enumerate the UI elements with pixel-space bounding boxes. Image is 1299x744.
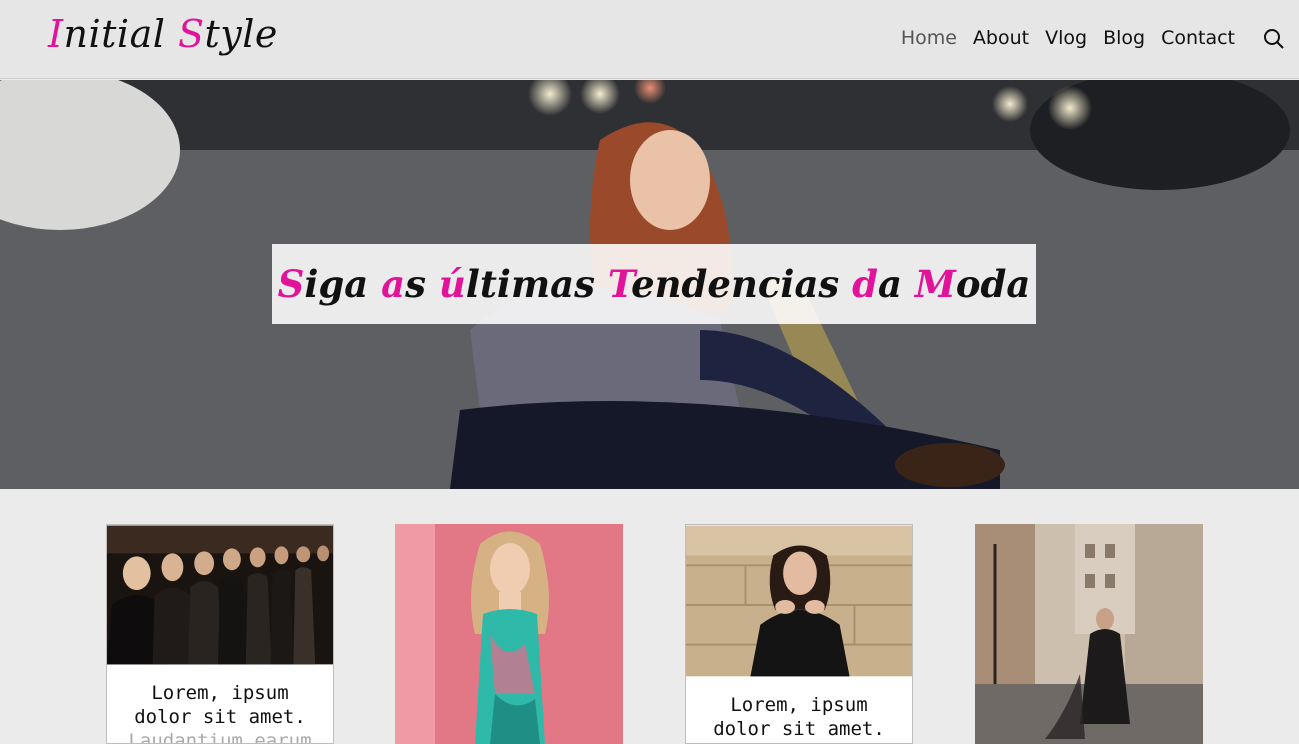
card-image-wall [686,525,912,677]
hero-title-accent: d [852,262,879,306]
hero-title-accent: ú [438,262,466,306]
card-text-line: dolor sit amet. [713,718,885,740]
site-logo[interactable]: Initial Style [48,12,278,56]
hero-title-accent: T [607,262,632,306]
main-nav: Home About Vlog Blog Contact [893,27,1243,49]
card-text-line: Lorem, ipsum [730,694,868,716]
card-text-line: Laudantium earum [128,730,312,744]
logo-initial-i: I [48,12,64,56]
card-grid: Lorem, ipsum dolor sit amet. Laudantium … [0,524,1299,744]
hero-title: Siga as últimas Tendencias da Moda [278,262,1031,306]
nav-blog[interactable]: Blog [1095,27,1153,49]
card-text: Lorem, ipsum dolor sit amet. [686,681,912,741]
article-card[interactable] [395,524,623,744]
article-card[interactable]: Lorem, ipsum dolor sit amet. [685,524,913,744]
nav-vlog[interactable]: Vlog [1037,27,1095,49]
hero-title-text: ltimas [465,262,608,306]
article-card[interactable] [975,524,1203,744]
article-card[interactable]: Lorem, ipsum dolor sit amet. Laudantium … [106,524,334,744]
hero-title-text: s [405,262,439,306]
nav-home[interactable]: Home [893,27,965,49]
logo-initial-s: S [177,12,205,56]
nav-contact[interactable]: Contact [1153,27,1243,49]
card-text-line: Lorem, ipsum [151,682,289,704]
hero-title-text: iga [304,262,382,306]
hero-banner: Siga as últimas Tendencias da Moda [0,80,1299,489]
hero-title-text: oda [955,262,1031,306]
card-text: Lorem, ipsum dolor sit amet. Laudantium … [107,669,333,744]
logo-text-nitial: nitial [63,12,178,56]
hero-title-text: a [878,262,915,306]
card-image-street [975,524,1203,744]
hero-title-text: endencias [631,262,853,306]
card-text-line: dolor sit amet. [134,706,306,728]
search-icon[interactable] [1263,28,1285,50]
nav-about[interactable]: About [965,27,1037,49]
hero-title-accent: a [381,262,406,306]
hero-title-accent: M [914,262,956,306]
hero-title-box: Siga as últimas Tendencias da Moda [272,244,1036,324]
hero-title-accent: S [277,262,305,306]
site-header: Initial Style Home About Vlog Blog Conta… [0,0,1299,79]
card-image-dress [395,524,623,744]
card-image-runway [107,525,333,665]
logo-text-tyle: tyle [204,12,278,56]
